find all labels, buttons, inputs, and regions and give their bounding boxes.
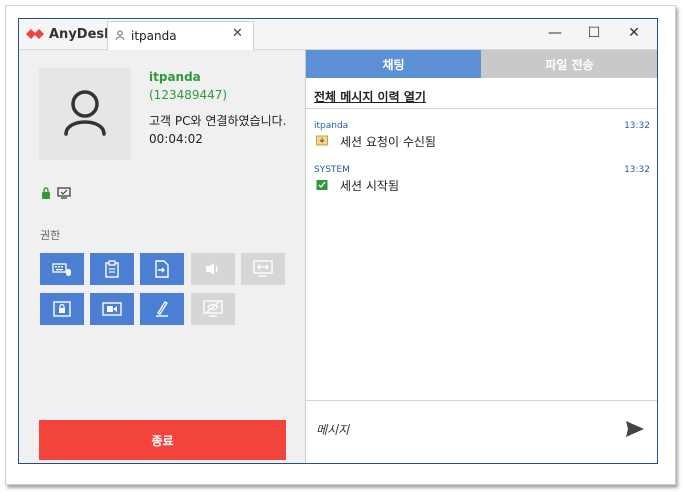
record-permission-button[interactable] xyxy=(90,293,134,325)
switch-sides-icon xyxy=(253,260,273,277)
clipboard-permission-button[interactable] xyxy=(90,253,134,285)
message-time: 13:32 xyxy=(624,121,650,131)
anydesk-window: AnyDesk itpanda ✕ — ☐ ✕ itpanda (1234894… xyxy=(18,18,658,464)
message-sender: itpanda xyxy=(314,121,349,131)
tab-close-icon[interactable]: ✕ xyxy=(232,26,243,41)
app-name: AnyDesk xyxy=(49,27,113,42)
chat-panel: 채팅 파일 전송 전체 메시지 이력 열기 itpanda 13:32 세션 요… xyxy=(305,50,657,463)
switch-sides-permission-button[interactable] xyxy=(241,253,285,285)
send-icon[interactable] xyxy=(624,418,646,440)
divider xyxy=(306,108,657,109)
monitor-icon[interactable] xyxy=(57,187,71,199)
file-transfer-permission-button[interactable] xyxy=(140,253,184,285)
end-session-button[interactable]: 종료 xyxy=(39,420,286,460)
title-bar: AnyDesk itpanda ✕ — ☐ ✕ xyxy=(19,19,657,50)
maximize-button[interactable]: ☐ xyxy=(579,24,609,42)
message-text: 세션 요청이 수신됨 xyxy=(340,135,436,149)
secure-lock-icon xyxy=(42,187,50,199)
remote-user-name: itpanda xyxy=(149,70,201,84)
sound-icon xyxy=(206,263,218,275)
session-tab[interactable]: itpanda ✕ xyxy=(107,21,254,50)
session-info-panel: itpanda (123489447) 고객 PC와 연결하였습니다. 00:0… xyxy=(19,50,305,463)
avatar xyxy=(39,68,131,160)
message-text: 세션 시작됨 xyxy=(340,179,400,193)
open-history-link[interactable]: 전체 메시지 이력 열기 xyxy=(314,88,426,105)
draw-permission-button[interactable] xyxy=(140,293,184,325)
record-icon xyxy=(102,302,122,316)
anydesk-logo-icon xyxy=(26,29,44,39)
message-sender: SYSTEM xyxy=(314,165,350,175)
session-started-icon xyxy=(316,180,328,190)
divider xyxy=(306,400,657,401)
message-input[interactable] xyxy=(314,414,618,446)
lock-screen-icon xyxy=(53,301,71,317)
tab-label: itpanda xyxy=(131,29,177,43)
keyboard-mouse-permission-button[interactable] xyxy=(40,253,84,285)
tab-file-transfer[interactable]: 파일 전송 xyxy=(481,50,657,78)
user-avatar-icon xyxy=(64,90,106,136)
sound-permission-button[interactable] xyxy=(191,253,235,285)
close-button[interactable]: ✕ xyxy=(619,24,649,42)
remote-user-id: (123489447) xyxy=(149,88,228,102)
keyboard-mouse-icon xyxy=(52,263,71,276)
minimize-button[interactable]: — xyxy=(540,24,570,42)
message-time: 13:32 xyxy=(624,165,650,175)
lock-screen-permission-button[interactable] xyxy=(40,293,84,325)
connection-status: 고객 PC와 연결하였습니다. 00:04:02 xyxy=(149,114,287,146)
user-icon xyxy=(115,30,125,40)
privacy-mode-icon xyxy=(203,300,223,317)
permissions-label: 권한 xyxy=(40,229,61,242)
file-transfer-icon xyxy=(155,260,169,278)
tab-chat[interactable]: 채팅 xyxy=(306,50,481,78)
draw-icon xyxy=(156,301,168,317)
clipboard-icon xyxy=(105,260,119,278)
privacy-mode-permission-button[interactable] xyxy=(191,293,235,325)
session-request-icon xyxy=(316,135,328,146)
